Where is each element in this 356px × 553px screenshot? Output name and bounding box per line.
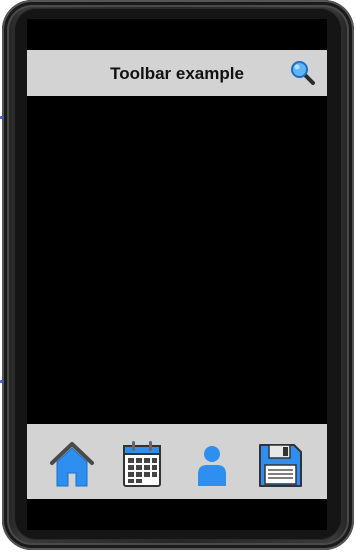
save-button[interactable] [257,438,303,488]
calendar-icon [123,441,161,487]
home-button[interactable] [49,438,95,488]
search-button[interactable] [289,59,317,87]
toolbar-title: Toolbar example [110,64,244,83]
edge-marker [0,380,3,383]
content-area [27,96,327,424]
bottom-toolbar [27,424,327,499]
profile-button[interactable] [189,438,235,488]
app-screen: Toolbar example [27,19,327,530]
calendar-button[interactable] [119,438,165,488]
home-icon [50,442,94,487]
save-icon [259,444,302,487]
search-icon [291,61,315,85]
edge-marker [0,116,3,119]
user-icon [198,446,226,486]
top-toolbar: Toolbar example [27,50,327,96]
